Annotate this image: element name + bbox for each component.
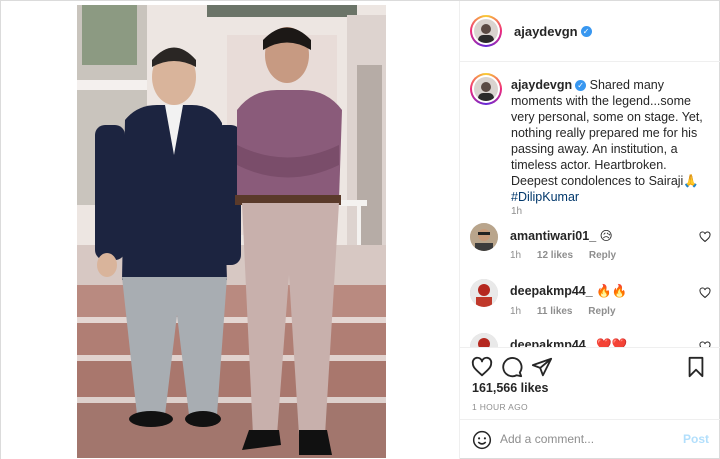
paper-plane-icon[interactable] xyxy=(531,356,553,378)
caption-username[interactable]: ajaydevgn xyxy=(511,78,572,92)
photo-area xyxy=(1,1,460,459)
heart-icon[interactable] xyxy=(699,231,711,243)
post-header: ajaydevgn ✓ xyxy=(460,1,720,62)
caption-text: ajaydevgn ✓ Shared many moments with the … xyxy=(511,77,711,205)
comment-reply-button[interactable]: Reply xyxy=(588,306,615,317)
heart-icon[interactable] xyxy=(471,356,493,378)
post-photo[interactable] xyxy=(77,5,386,458)
caption-author-avatar[interactable] xyxy=(470,73,502,105)
commenter-avatar[interactable] xyxy=(470,223,498,251)
comment-username[interactable]: amantiwari01_ xyxy=(510,229,596,243)
comment-input[interactable] xyxy=(500,428,670,450)
caption-time: 1h xyxy=(511,206,523,217)
post-timestamp: 1 HOUR AGO xyxy=(472,402,528,412)
comments-list[interactable]: ajaydevgn ✓ Shared many moments with the … xyxy=(460,63,720,347)
comment-likes[interactable]: 11 likes xyxy=(537,306,573,317)
comment-text: ❤️❤️ xyxy=(596,338,628,347)
commenter-avatar[interactable] xyxy=(470,279,498,307)
heart-icon[interactable] xyxy=(699,287,711,299)
commenter-avatar[interactable] xyxy=(470,333,498,347)
caption-body: Shared many moments with the legend...so… xyxy=(511,78,703,188)
instagram-post: ajaydevgn ✓ ajaydevgn ✓ Shared many momen… xyxy=(0,0,720,459)
post-comment-button[interactable]: Post xyxy=(683,432,709,446)
caption-hashtag[interactable]: #DilipKumar xyxy=(511,190,579,204)
comment-item: deepakmp44_ 🔥🔥 1h 11 likes Reply xyxy=(470,279,715,327)
emoji-smile-icon[interactable] xyxy=(472,430,492,450)
comment-username[interactable]: deepakmp44_ xyxy=(510,284,593,298)
comment-reply-button[interactable]: Reply xyxy=(589,250,616,261)
comment-item: deepakmp44_ ❤️❤️ xyxy=(470,333,715,347)
author-avatar[interactable] xyxy=(470,15,502,47)
likes-count[interactable]: 161,566 likes xyxy=(472,381,548,395)
add-comment-bar: Post xyxy=(460,419,720,459)
bookmark-icon[interactable] xyxy=(685,356,707,378)
post-side-panel: ajaydevgn ✓ ajaydevgn ✓ Shared many momen… xyxy=(460,1,720,459)
comment-text: 🔥🔥 xyxy=(596,284,628,298)
comment-time: 1h xyxy=(510,306,522,317)
comment-likes[interactable]: 12 likes xyxy=(537,250,573,261)
comment-username[interactable]: deepakmp44_ xyxy=(510,338,593,347)
post-actions: 161,566 likes 1 HOUR AGO xyxy=(460,347,720,423)
comment-text: 😥 xyxy=(599,229,613,243)
comment-bubble-icon[interactable] xyxy=(501,356,523,378)
verified-badge-icon: ✓ xyxy=(575,80,587,91)
verified-badge-icon: ✓ xyxy=(580,25,592,37)
comment-item: amantiwari01_ 😥 1h 12 likes Reply xyxy=(470,223,715,271)
comment-time: 1h xyxy=(510,250,522,261)
author-username[interactable]: ajaydevgn xyxy=(514,24,578,39)
